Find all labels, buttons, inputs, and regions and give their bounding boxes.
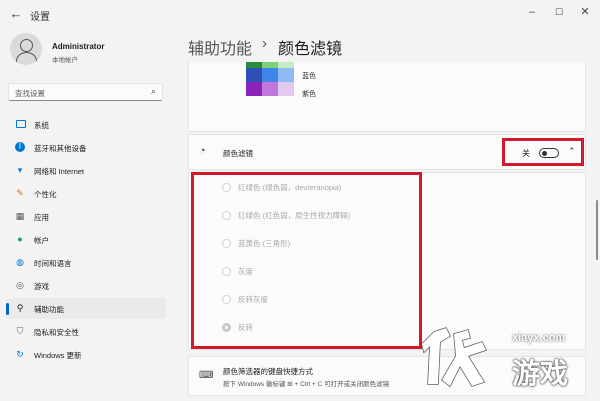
sidebar-item-label: 时间和语言: [34, 259, 72, 268]
radio-protanopia[interactable]: [222, 211, 231, 220]
palette-label-blue: 蓝色: [302, 73, 316, 80]
palette-swatch: [246, 68, 262, 82]
sidebar-item-network[interactable]: ▾ 网络和 Internet: [6, 160, 166, 181]
radio-grayscale[interactable]: [222, 267, 231, 276]
sidebar-item-label: 隐私和安全性: [34, 328, 79, 337]
shortcut-title: 颜色筛选器的键盘快捷方式: [223, 367, 313, 376]
watermark-logo: [421, 327, 488, 388]
color-filter-label: 颜色滤镜: [223, 149, 253, 158]
palette-swatch: [278, 82, 294, 96]
toggle-highlight-box: 关 ⌃: [502, 138, 584, 166]
toggle-state-label: 关: [522, 149, 530, 158]
keyboard-icon: ⌨: [199, 370, 214, 381]
sidebar-item-label: Windows 更新: [34, 351, 82, 360]
sidebar-item-accounts[interactable]: ● 帐户: [6, 229, 166, 250]
maximize-button[interactable]: ☐: [549, 4, 569, 20]
breadcrumb-separator: ›: [262, 35, 267, 52]
watermark: xiayx.com 游戏: [420, 322, 596, 396]
update-icon: ↻: [16, 349, 24, 359]
wifi-icon: ▾: [17, 165, 23, 175]
palette-swatch: [262, 68, 278, 82]
sidebar-item-privacy[interactable]: ⛉ 隐私和安全性: [6, 321, 166, 342]
search-icon[interactable]: ⌕: [151, 86, 156, 97]
accessibility-icon: ⚲: [16, 303, 24, 313]
shortcut-description: 按下 Windows 徽标键 ⊞ + Ctrl + C 可打开或关闭颜色滤镜: [223, 381, 390, 388]
monitor-icon: [16, 120, 26, 128]
sidebar-item-bluetooth[interactable]: ᛒ 蓝牙和其他设备: [6, 137, 166, 158]
sidebar-item-personalization[interactable]: ✎ 个性化: [6, 183, 166, 204]
page-title: 颜色滤镜: [278, 41, 343, 58]
sidebar-item-time-language[interactable]: ◍ 时间和语言: [6, 252, 166, 273]
back-arrow-icon[interactable]: ←: [8, 6, 24, 22]
chevron-up-icon[interactable]: ⌃: [568, 146, 576, 157]
radio-inverted-grayscale[interactable]: [222, 295, 231, 304]
palette-swatch: [278, 68, 294, 82]
palette-label-purple: 紫色: [302, 91, 316, 98]
sidebar-item-accessibility[interactable]: ⚲ 辅助功能: [6, 298, 166, 319]
palette-icon: ◔: [199, 145, 206, 157]
breadcrumb-parent[interactable]: 辅助功能: [188, 35, 252, 59]
brush-icon: ✎: [16, 188, 24, 198]
user-subtitle: 本地帐户: [52, 57, 78, 64]
sidebar-item-label: 辅助功能: [34, 305, 64, 314]
minimize-button[interactable]: –: [522, 4, 542, 20]
watermark-brand: 游戏: [512, 358, 569, 389]
radio-tritanopia[interactable]: [222, 239, 231, 248]
color-filter-toggle[interactable]: [539, 148, 559, 158]
sidebar-item-label: 个性化: [34, 190, 57, 199]
option-label: 反转: [238, 323, 253, 332]
sidebar-item-apps[interactable]: ▦ 应用: [6, 206, 166, 227]
apps-icon: ▦: [15, 211, 25, 221]
person-icon: ●: [17, 234, 23, 244]
option-label: 红绿色 (红色弱，原生性视力障碍): [238, 211, 351, 220]
gamepad-icon: ◎: [16, 280, 24, 290]
watermark-site: xiayx.com: [512, 332, 566, 344]
globe-clock-icon: ◍: [16, 257, 24, 267]
title-bar: ← 设置 – ☐ ✕: [0, 0, 600, 30]
option-label: 反转灰度: [238, 295, 268, 304]
sidebar-item-label: 网络和 Internet: [34, 167, 85, 176]
bluetooth-icon: ᛒ: [15, 142, 25, 152]
sidebar-item-label: 帐户: [34, 236, 49, 245]
scrollbar[interactable]: [596, 200, 598, 260]
color-preview-card: 蓝色 紫色: [188, 62, 586, 132]
radio-inverted[interactable]: [222, 323, 231, 332]
sidebar-item-label: 蓝牙和其他设备: [34, 144, 87, 153]
option-label: 红绿色 (绿色弱，deuteranopia): [238, 183, 342, 192]
sidebar-item-system[interactable]: 系统: [6, 114, 166, 135]
palette-swatch: [246, 82, 262, 96]
sidebar-item-label: 系统: [34, 121, 49, 130]
search-box[interactable]: 查找设置 ⌕: [8, 83, 163, 101]
sidebar-item-label: 游戏: [34, 282, 49, 291]
avatar[interactable]: [10, 33, 42, 65]
shield-icon: ⛉: [16, 326, 24, 336]
sidebar-item-label: 应用: [34, 213, 49, 222]
user-name: Administrator: [52, 42, 105, 51]
option-label: 灰度: [238, 267, 253, 276]
option-label: 蓝黄色 (三角形): [238, 239, 291, 248]
close-button[interactable]: ✕: [575, 4, 595, 20]
radio-deuteranopia[interactable]: [222, 183, 231, 192]
app-title: 设置: [30, 12, 50, 23]
selection-indicator: [6, 303, 9, 315]
palette-swatch: [262, 82, 278, 96]
sidebar-item-gaming[interactable]: ◎ 游戏: [6, 275, 166, 296]
search-input[interactable]: 查找设置: [15, 88, 45, 99]
sidebar-item-windows-update[interactable]: ↻ Windows 更新: [6, 344, 166, 365]
